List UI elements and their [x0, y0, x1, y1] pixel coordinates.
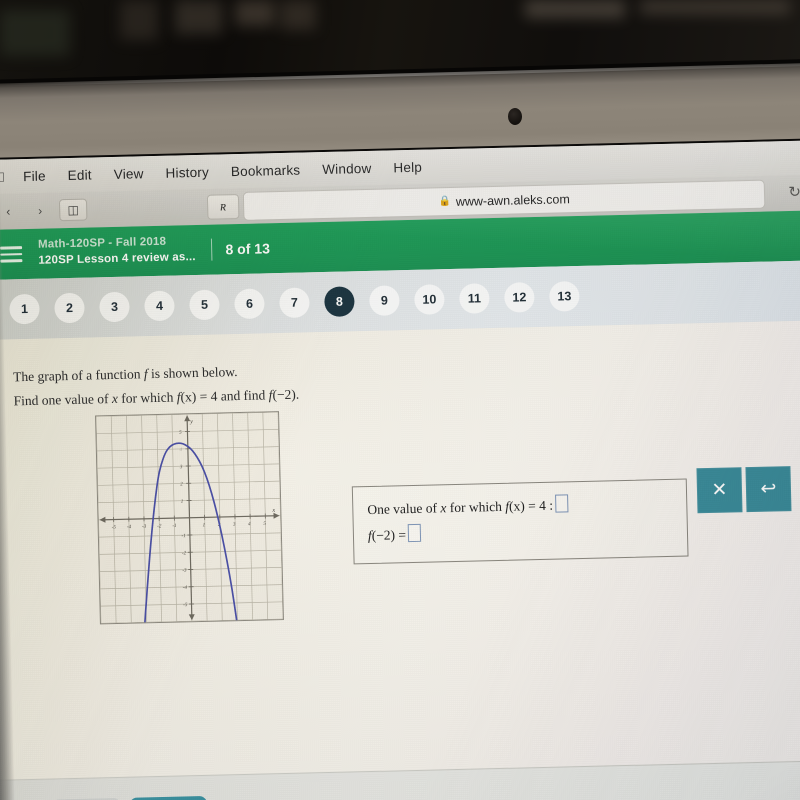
svg-text:1: 1: [203, 522, 206, 528]
svg-text:-5: -5: [183, 602, 188, 608]
q2-and: and find: [217, 386, 269, 404]
svg-text:5: 5: [179, 430, 182, 436]
page-button-3[interactable]: 3: [99, 291, 130, 323]
menu-item-view[interactable]: View: [103, 165, 155, 182]
assignment-name: 120SP Lesson 4 review as...: [38, 251, 196, 267]
back-icon[interactable]: ‹: [0, 201, 21, 222]
y-axis-label: y: [189, 419, 193, 425]
q1-pre: The graph of a function: [12, 366, 145, 385]
svg-text:-2: -2: [157, 523, 162, 529]
page-button-4[interactable]: 4: [144, 290, 175, 322]
laptop-screen:  File Edit View History Bookmarks Windo…: [0, 140, 800, 800]
menu-item-edit[interactable]: Edit: [57, 167, 103, 183]
header-divider: [211, 238, 213, 261]
page-button-12[interactable]: 12: [504, 282, 535, 313]
q2-mid: for which: [117, 389, 177, 406]
menu-item-window[interactable]: Window: [311, 160, 383, 177]
svg-text:5: 5: [263, 521, 266, 527]
y-tick-labels: 5 4 3 2 1 -1 -2 -3 -4 -5: [179, 430, 188, 609]
svg-text:-4: -4: [127, 524, 132, 530]
page-button-13[interactable]: 13: [549, 281, 580, 312]
lock-icon: 🔒: [438, 196, 452, 208]
clear-button[interactable]: ✕: [696, 467, 743, 514]
q2-eq: (x) = 4: [180, 388, 218, 405]
svg-text:2: 2: [180, 481, 183, 487]
progress-indicator: 8 of 13: [225, 240, 271, 258]
svg-text:4: 4: [248, 521, 251, 527]
x-axis-label: x: [271, 508, 275, 514]
svg-text:3: 3: [180, 464, 183, 470]
a1-pre: One value of: [367, 500, 441, 518]
svg-text:1: 1: [181, 499, 184, 505]
graph-svg: -5 -4 -3 -2 -1 1 2 3 4 5 5 4 3 2 1 -1 -2 -3 -4 -5 x y: [96, 412, 283, 624]
a1-eq: (x) = 4 :: [508, 497, 554, 514]
page-button-11[interactable]: 11: [459, 283, 490, 314]
page-button-8[interactable]: 8: [324, 286, 355, 318]
menu-item-bookmarks[interactable]: Bookmarks: [220, 162, 312, 179]
q2-pre: Find one value of: [13, 390, 113, 408]
svg-text:-1: -1: [181, 533, 186, 539]
page-button-2[interactable]: 2: [54, 292, 85, 324]
svg-text:-1: -1: [172, 523, 177, 529]
question-text: The graph of a function f is shown below…: [13, 355, 474, 413]
answer-input-2[interactable]: [407, 524, 422, 543]
course-info: Math-120SP - Fall 2018 120SP Lesson 4 re…: [38, 234, 196, 269]
svg-text:-5: -5: [112, 524, 117, 530]
undo-button[interactable]: ↩: [745, 466, 792, 513]
q1-post: is shown below.: [147, 364, 238, 382]
answer-tool-buttons: ✕ ↩: [696, 466, 792, 514]
svg-text:-3: -3: [182, 568, 187, 574]
a2-arg: (−2) =: [371, 527, 407, 544]
menu-item-file[interactable]: File: [12, 168, 57, 184]
svg-text:3: 3: [233, 522, 236, 528]
next-question-button[interactable]: ›: [129, 795, 208, 800]
page-button-1[interactable]: 1: [9, 293, 40, 325]
q2-end: (−2).: [272, 386, 300, 402]
page-button-7[interactable]: 7: [279, 287, 310, 319]
reload-icon[interactable]: ↻: [788, 183, 800, 201]
x-axis-arrow-left: [99, 516, 106, 523]
svg-text:-4: -4: [183, 585, 188, 591]
menu-item-help[interactable]: Help: [382, 159, 433, 175]
reader-view-icon[interactable]: ʀ: [206, 194, 240, 220]
answer-input-box: One value of x for which f(x) = 4 : f(−2…: [351, 478, 689, 565]
a1-mid: for which: [446, 498, 506, 516]
page-button-5[interactable]: 5: [189, 289, 220, 321]
laptop-photo:  File Edit View History Bookmarks Windo…: [0, 0, 800, 800]
x-tick-labels: -5 -4 -3 -2 -1 1 2 3 4 5: [112, 521, 267, 531]
sidebar-toggle-icon[interactable]: ◫: [58, 198, 88, 222]
svg-text:-3: -3: [142, 524, 147, 530]
question-content: The graph of a function f is shown below…: [0, 320, 800, 800]
apple-logo-icon[interactable]: : [0, 169, 12, 185]
y-axis-arrow-bottom: [188, 614, 195, 621]
answer-input-1[interactable]: [554, 494, 569, 513]
svg-text:4: 4: [179, 447, 182, 453]
hamburger-icon[interactable]: [0, 243, 23, 267]
page-button-10[interactable]: 10: [414, 284, 445, 315]
page-button-9[interactable]: 9: [369, 285, 400, 316]
url-text: www-awn.aleks.com: [455, 191, 570, 209]
svg-text:-2: -2: [182, 550, 187, 556]
forward-icon[interactable]: ›: [27, 200, 53, 221]
menu-item-history[interactable]: History: [154, 164, 220, 181]
page-button-6[interactable]: 6: [234, 288, 265, 320]
function-graph: -5 -4 -3 -2 -1 1 2 3 4 5 5 4 3 2 1 -1 -2 -3 -4 -5 x y: [95, 411, 284, 625]
